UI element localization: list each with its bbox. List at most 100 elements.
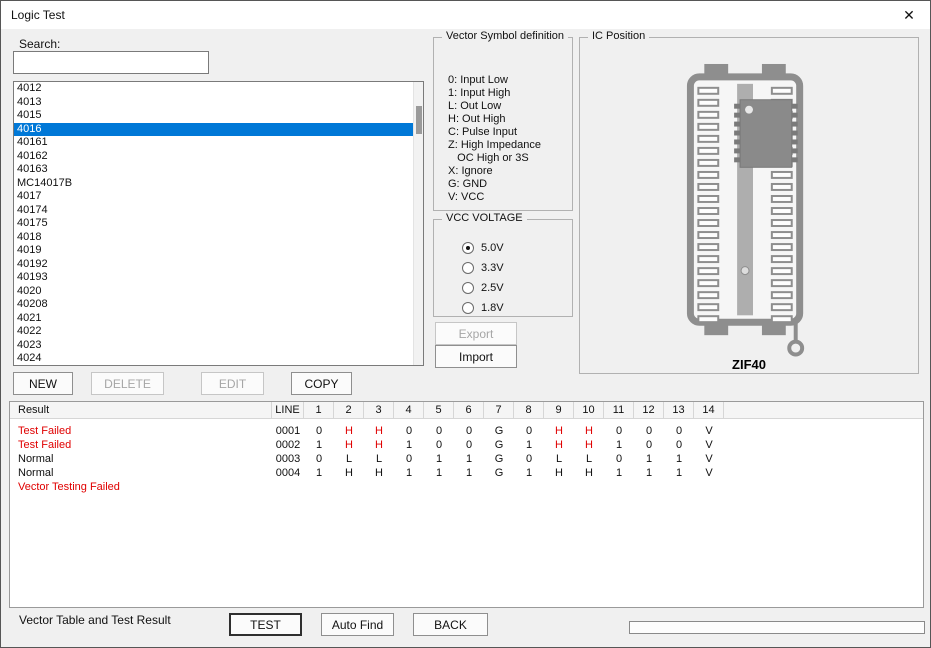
line-cell: 0003 [272,452,304,466]
vcc-radio-option[interactable]: 5.0V [462,238,572,258]
pin-value-cell: H [544,438,574,452]
new-button[interactable]: NEW [13,372,73,395]
radio-icon[interactable] [462,282,474,294]
pin-value-cell: 0 [454,438,484,452]
pin-value-cell: H [544,424,574,438]
pin-value-cell: 0 [424,424,454,438]
pin-value-cell: H [544,466,574,480]
ic-list-item[interactable]: 4015 [14,109,423,123]
logic-test-window: { "window": { "title": "Logic Test", "cl… [0,0,931,648]
pin-value-cell: 0 [514,452,544,466]
pin-value-cell: 1 [304,466,334,480]
result-cell: Vector Testing Failed [10,480,272,494]
vcc-radio-option[interactable]: 3.3V [462,258,572,278]
ic-list-item[interactable]: 40163 [14,163,423,177]
pin-value-cell: G [484,438,514,452]
result-row: Vector Testing Failed [10,480,923,494]
vector-symbol-line: 0: Input Low [448,74,541,87]
pin-value-cell: 1 [424,452,454,466]
close-icon[interactable]: ✕ [898,5,920,25]
status-label: Vector Table and Test Result [19,613,171,627]
ic-list-item[interactable]: 4017 [14,190,423,204]
pin-value-cell: 1 [394,466,424,480]
search-input[interactable] [13,51,209,74]
pin-value-cell: V [694,452,724,466]
pin-value-cell: 1 [634,452,664,466]
auto-find-button[interactable]: Auto Find [321,613,394,636]
pin-value-cell: H [574,466,604,480]
pin-value-cell: V [694,466,724,480]
column-header: 5 [424,402,454,419]
pin-value-cell: 0 [304,424,334,438]
pin-value-cell: H [574,424,604,438]
radio-icon[interactable] [462,262,474,274]
vcc-radio-option[interactable]: 2.5V [462,278,572,298]
pin-value-cell: 0 [394,452,424,466]
vector-symbol-line: Z: High Impedance [448,139,541,152]
result-row: Normal00041HH111G1HH111V [10,466,923,480]
back-button[interactable]: BACK [413,613,488,636]
pin-value-cell: 0 [514,424,544,438]
column-header: 12 [634,402,664,419]
pin-value-cell: 1 [454,452,484,466]
vcc-voltage-group: VCC VOLTAGE 5.0V3.3V2.5V1.8V [433,219,573,317]
ic-list-item[interactable]: 40162 [14,150,423,164]
ic-list-item[interactable]: 4013 [14,96,423,110]
ic-list-item[interactable]: 40193 [14,271,423,285]
result-row: Test Failed00010HH000G0HH000V [10,424,923,438]
vcc-option-label: 1.8V [481,302,504,314]
pin-value-cell: L [334,452,364,466]
result-row: Normal00030LL011G0LL011V [10,452,923,466]
result-cell: Test Failed [10,438,272,452]
delete-button: DELETE [91,372,164,395]
ic-list-item[interactable]: 4018 [14,231,423,245]
vector-symbol-group-title: Vector Symbol definition [442,30,568,42]
ic-list-item[interactable]: 4023 [14,339,423,353]
ic-list-item[interactable]: 40174 [14,204,423,218]
title-bar: Logic Test ✕ [1,1,930,29]
ic-list-item[interactable]: 40161 [14,136,423,150]
ic-list-item[interactable]: 4021 [14,312,423,326]
pin-value-cell: 1 [454,466,484,480]
line-cell: 0002 [272,438,304,452]
vcc-radio-option[interactable]: 1.8V [462,298,572,318]
pin-value-cell: 0 [664,424,694,438]
ic-list[interactable]: 4012401340154016401614016240163MC14017B4… [13,81,424,366]
ic-list-item[interactable]: 4022 [14,325,423,339]
scrollbar[interactable] [413,82,423,365]
radio-icon[interactable] [462,242,474,254]
pin-value-cell: 0 [424,438,454,452]
export-button: Export [435,322,517,345]
vcc-option-label: 5.0V [481,242,504,254]
ic-list-item[interactable]: 4019 [14,244,423,258]
column-header: 11 [604,402,634,419]
column-header: 3 [364,402,394,419]
ic-list-item[interactable]: 40175 [14,217,423,231]
vcc-voltage-group-title: VCC VOLTAGE [442,212,527,224]
vector-symbol-line: X: Ignore [448,165,541,178]
test-button[interactable]: TEST [229,613,302,636]
ic-list-item[interactable]: 4016 [14,123,423,137]
pin-value-cell: H [334,438,364,452]
socket-label: ZIF40 [580,357,918,372]
ic-list-item[interactable]: 4020 [14,285,423,299]
vector-symbol-line: G: GND [448,178,541,191]
import-button[interactable]: Import [435,345,517,368]
copy-button[interactable]: COPY [291,372,352,395]
column-header: LINE [272,402,304,419]
ic-list-item[interactable]: 4012 [14,82,423,96]
scrollbar-thumb[interactable] [416,106,422,134]
pin-value-cell: 0 [304,452,334,466]
ic-list-item[interactable]: 4025 [14,366,423,367]
column-header: 7 [484,402,514,419]
vector-symbol-line: L: Out Low [448,100,541,113]
ic-list-item[interactable]: 40208 [14,298,423,312]
pin-value-cell: 0 [634,424,664,438]
column-header: 10 [574,402,604,419]
ic-list-item[interactable]: 4024 [14,352,423,366]
vector-symbol-line: V: VCC [448,191,541,204]
ic-list-item[interactable]: 40192 [14,258,423,272]
radio-icon[interactable] [462,302,474,314]
ic-list-item[interactable]: MC14017B [14,177,423,191]
pin-value-cell: 0 [664,438,694,452]
